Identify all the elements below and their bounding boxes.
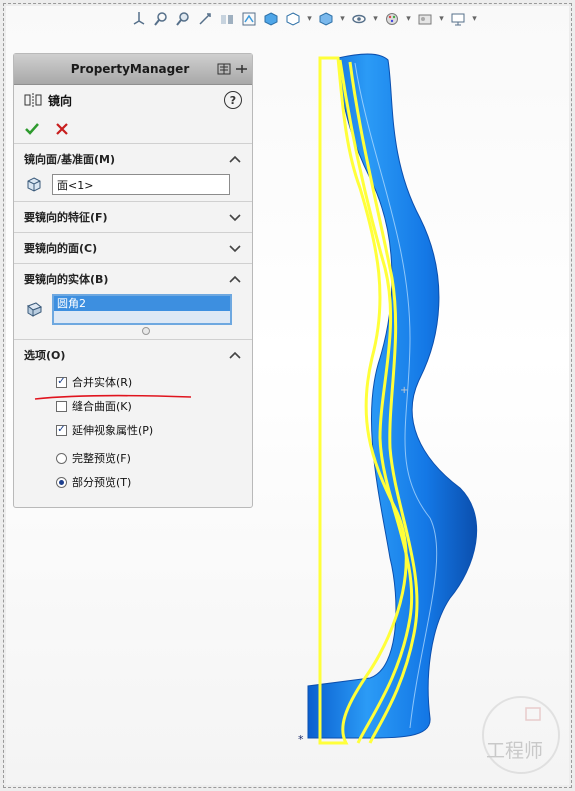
previous-view-icon[interactable] [196,10,214,28]
chevron-down-icon[interactable]: ▾ [339,10,346,28]
bodies-to-mirror-group-header[interactable]: 要镜向的实体(B) [14,264,252,294]
dynamic-annotation-icon[interactable] [240,10,258,28]
chevron-down-icon[interactable]: ▾ [471,10,478,28]
radio-selected-dot [59,479,64,485]
propagate-visual-checkbox[interactable]: ✓ [56,424,67,436]
options-group-title: 选项(O) [24,349,66,362]
mirror-face-group-header[interactable]: 镜向面/基准面(M) [14,144,252,174]
svg-text:*: * [298,733,304,746]
zoom-to-area-icon[interactable] [174,10,192,28]
features-to-mirror-group: 要镜向的特征(F) [14,201,252,232]
options-group: 选项(O) ✓ 合并实体(R) 缝合曲面(K) ✓ 延伸视象属性(P) 完整预览… [14,339,252,494]
merge-bodies-option[interactable]: ✓ 合并实体(R) [14,370,252,394]
view-orientation-icon[interactable] [130,10,148,28]
feature-name: 镜向 [48,93,73,108]
full-preview-radio[interactable] [56,452,67,464]
property-manager-panel: PropertyManager 镜向 ? 镜向面/基准面(M) 面<1> 要镜向… [13,53,253,508]
merge-bodies-label: 合并实体(R) [72,376,133,389]
full-preview-option[interactable]: 完整预览(F) [14,446,252,470]
chevron-up-icon[interactable] [228,152,242,166]
heads-up-view-toolbar: ▾ ▾ ▾ ▾ ▾ ▾ [130,8,478,30]
chevron-down-icon[interactable] [228,210,242,224]
pin-icon[interactable] [233,62,248,77]
apply-scene-icon[interactable] [416,10,434,28]
propagate-visual-label: 延伸视象属性(P) [72,424,154,437]
partial-preview-radio[interactable] [56,476,67,488]
bodies-to-mirror-group-title: 要镜向的实体(B) [24,273,109,286]
model-viewport[interactable]: + * [260,38,565,783]
chevron-down-icon[interactable] [228,241,242,255]
list-item[interactable]: 圆角2 [54,296,230,311]
view-selector-icon[interactable] [262,10,280,28]
edit-appearance-icon[interactable] [383,10,401,28]
mirror-feature-icon [24,93,42,107]
watermark-text: 工程师 [486,740,544,762]
help-icon[interactable]: ? [224,91,242,109]
features-to-mirror-group-header[interactable]: 要镜向的特征(F) [14,202,252,232]
face-plane-icon [27,176,41,192]
list-resize-handle[interactable] [142,327,150,335]
faces-to-mirror-group-title: 要镜向的面(C) [24,242,98,255]
chevron-up-icon[interactable] [228,348,242,362]
bodies-to-mirror-group: 要镜向的实体(B) 圆角2 [14,263,252,335]
section-view-icon[interactable] [218,10,236,28]
propagate-visual-option[interactable]: ✓ 延伸视象属性(P) [14,418,252,442]
zoom-to-fit-icon[interactable] [152,10,170,28]
svg-text:+: + [400,385,408,396]
display-style-icon[interactable] [317,10,335,28]
chevron-down-icon[interactable]: ▾ [372,10,379,28]
view-orientation-dropdown-icon[interactable] [284,10,302,28]
chevron-down-icon[interactable]: ▾ [306,10,313,28]
property-manager-title: PropertyManager [70,62,190,76]
full-preview-label: 完整预览(F) [72,452,131,465]
faces-to-mirror-group-header[interactable]: 要镜向的面(C) [14,233,252,263]
chevron-down-icon[interactable]: ▾ [438,10,445,28]
features-to-mirror-group-title: 要镜向的特征(F) [24,211,108,224]
mirror-face-input[interactable]: 面<1> [52,174,230,195]
view-settings-icon[interactable] [449,10,467,28]
knit-surfaces-checkbox[interactable] [56,400,67,412]
chevron-up-icon[interactable] [228,272,242,286]
partial-preview-label: 部分预览(T) [72,476,132,489]
property-manager-header: PropertyManager [14,54,252,85]
hide-show-icon[interactable] [350,10,368,28]
faces-to-mirror-group: 要镜向的面(C) [14,232,252,263]
cancel-button[interactable] [54,121,70,137]
merge-bodies-checkbox[interactable]: ✓ [56,376,67,388]
mirror-face-group: 镜向面/基准面(M) 面<1> [14,143,252,201]
partial-preview-option[interactable]: 部分预览(T) [14,470,252,494]
red-underline-annotation [34,394,192,400]
options-group-header[interactable]: 选项(O) [14,340,252,370]
watermark-seal-icon [482,696,560,774]
ok-button[interactable] [24,121,40,137]
configuration-icon[interactable] [216,62,231,77]
bodies-selection-list[interactable]: 圆角2 [52,294,232,325]
solid-body-icon [27,301,42,317]
mirror-face-group-title: 镜向面/基准面(M) [24,153,116,166]
chevron-down-icon[interactable]: ▾ [405,10,412,28]
